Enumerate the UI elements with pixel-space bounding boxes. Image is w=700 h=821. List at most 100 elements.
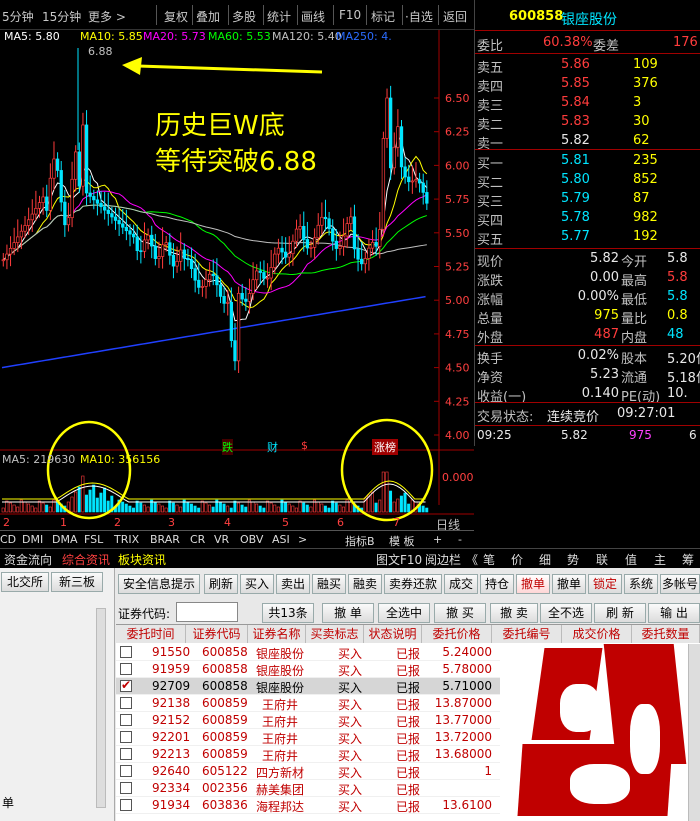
col-name[interactable]: 证券名称	[248, 625, 306, 643]
col-deal-price[interactable]: 成交价格	[562, 625, 632, 643]
mark-button[interactable]: 标记	[371, 8, 395, 25]
col-code[interactable]: 证券代码	[186, 625, 248, 643]
row-checkbox[interactable]	[120, 731, 132, 743]
row-checkbox[interactable]	[120, 748, 132, 760]
col-quantity[interactable]: 委托数量	[632, 625, 700, 643]
tab-news[interactable]: 综合资讯	[62, 551, 110, 568]
stats-button[interactable]: 统计	[267, 8, 291, 25]
row-checkbox[interactable]	[120, 663, 132, 675]
row-checkbox[interactable]	[120, 697, 132, 709]
marker-fall[interactable]: 跌	[222, 439, 233, 455]
tab-price[interactable]: 价	[511, 551, 523, 568]
adjust-button[interactable]: 复权	[164, 8, 188, 25]
zoom-in-button[interactable]: +	[433, 533, 442, 546]
ask-level-4[interactable]: 卖四 5.85 376	[475, 75, 700, 95]
bid-level-1[interactable]: 买一 5.81 235	[475, 152, 700, 172]
bid-level-5[interactable]: 买五 5.77 192	[475, 228, 700, 248]
row-checkbox[interactable]: ✔	[120, 678, 132, 692]
period-5min[interactable]: 5分钟	[2, 8, 34, 25]
margin-sell-button[interactable]: 融卖	[348, 574, 382, 594]
positions-button[interactable]: 持仓	[480, 574, 514, 594]
row-checkbox[interactable]	[120, 714, 132, 726]
cancel-selected-button[interactable]: 撤 单	[322, 603, 374, 623]
col-status[interactable]: 状态说明	[364, 625, 422, 643]
select-none-button[interactable]: 全不选	[540, 603, 592, 623]
period-15min[interactable]: 15分钟	[42, 8, 81, 25]
bid-level-3[interactable]: 买三 5.79 87	[475, 190, 700, 210]
nav-beijing-exchange[interactable]: 北交所	[1, 572, 49, 592]
tab-sector-news[interactable]: 板块资讯	[118, 551, 166, 568]
row-checkbox[interactable]	[120, 646, 132, 658]
sell-repay-button[interactable]: 卖券还款	[384, 574, 442, 594]
back-button[interactable]: 返回	[443, 8, 467, 25]
cancel-order-button[interactable]: 撤单	[552, 574, 586, 594]
tab-sidebar[interactable]: 阅边栏	[425, 551, 461, 568]
nav-bottom-item[interactable]: 单	[2, 794, 14, 811]
tab-link[interactable]: 联	[596, 551, 608, 568]
ask-level-2[interactable]: 卖二 5.83 30	[475, 113, 700, 133]
refresh-button[interactable]: 刷新	[204, 574, 238, 594]
tab-dma[interactable]: DMA	[52, 533, 78, 546]
deals-button[interactable]: 成交	[444, 574, 478, 594]
col-price[interactable]: 委托价格	[422, 625, 492, 643]
tab-main[interactable]: 主	[654, 551, 666, 568]
bid-level-2[interactable]: 买二 5.80 852	[475, 171, 700, 191]
marker-dollar[interactable]: $	[301, 439, 308, 452]
multi-account-button[interactable]: 多帐号	[660, 574, 700, 594]
bid-level-4[interactable]: 买四 5.78 982	[475, 209, 700, 229]
tab-dmi[interactable]: DMI	[22, 533, 43, 546]
kline-chart[interactable]: 6.50 6.25 6.00 5.75 5.50 5.25 5.00 4.75 4.50 4.25…	[0, 30, 474, 532]
sell-button[interactable]: 卖出	[276, 574, 310, 594]
more-periods-button[interactable]: 更多 >	[88, 8, 126, 25]
tab-fsl[interactable]: FSL	[84, 533, 103, 546]
refresh-list-button[interactable]: 刷 新	[594, 603, 646, 623]
collapse-icon[interactable]: 《	[466, 551, 478, 568]
marker-finance[interactable]: 财	[267, 439, 278, 455]
margin-buy-button[interactable]: 融买	[312, 574, 346, 594]
cancel-sell-button[interactable]: 撤 卖	[490, 603, 538, 623]
tab-trend[interactable]: 势	[567, 551, 579, 568]
zoom-out-button[interactable]: -	[458, 533, 462, 546]
tab-cd[interactable]: CD	[0, 533, 16, 546]
col-time[interactable]: 委托时间	[116, 625, 186, 643]
row-checkbox[interactable]	[120, 782, 132, 794]
cancel-order-tab[interactable]: 撤单	[516, 574, 550, 594]
row-checkbox[interactable]	[120, 799, 132, 811]
tab-more[interactable]: >	[298, 533, 307, 546]
tab-tick[interactable]: 笔	[483, 551, 495, 568]
select-all-button[interactable]: 全选中	[378, 603, 430, 623]
nav-scrollbar[interactable]	[96, 608, 106, 808]
tab-detail[interactable]: 细	[539, 551, 551, 568]
tab-template[interactable]: 模 板	[389, 533, 415, 549]
code-input[interactable]	[176, 602, 238, 622]
system-button[interactable]: 系统	[624, 574, 658, 594]
ask-level-5[interactable]: 卖五 5.86 109	[475, 56, 700, 76]
buy-button[interactable]: 买入	[240, 574, 274, 594]
nav-new-third-board[interactable]: 新三板	[51, 572, 103, 592]
col-order-id[interactable]: 委托编号	[492, 625, 562, 643]
tab-vr[interactable]: VR	[214, 533, 229, 546]
tab-trix[interactable]: TRIX	[114, 533, 139, 546]
tab-chips[interactable]: 筹	[682, 551, 694, 568]
marker-top-list[interactable]: 涨榜	[372, 439, 398, 455]
draw-line-button[interactable]: 画线	[301, 8, 325, 25]
overlay-button[interactable]: 叠加	[196, 8, 220, 25]
cancel-buy-button[interactable]: 撤 买	[434, 603, 486, 623]
f10-button[interactable]: F10	[339, 8, 361, 22]
row-checkbox[interactable]	[120, 765, 132, 777]
ask-level-3[interactable]: 卖三 5.84 3	[475, 94, 700, 114]
tab-brar[interactable]: BRAR	[150, 533, 180, 546]
lock-button[interactable]: 锁定	[588, 574, 622, 594]
tab-f10[interactable]: 图文F10	[376, 551, 422, 568]
multi-stock-button[interactable]: 多股	[232, 8, 256, 25]
tab-obv[interactable]: OBV	[240, 533, 263, 546]
tab-indicator-b[interactable]: 指标B	[345, 533, 375, 549]
export-button[interactable]: 输 出	[648, 603, 700, 623]
tab-value[interactable]: 值	[625, 551, 637, 568]
tab-asi[interactable]: ASI	[272, 533, 290, 546]
watchlist-button[interactable]: ·自选	[405, 8, 433, 25]
safety-info-button[interactable]: 安全信息提示	[118, 574, 200, 594]
tab-cr[interactable]: CR	[190, 533, 205, 546]
table-scrollbar[interactable]	[688, 644, 700, 821]
tab-capital-flow[interactable]: 资金流向	[4, 551, 52, 568]
